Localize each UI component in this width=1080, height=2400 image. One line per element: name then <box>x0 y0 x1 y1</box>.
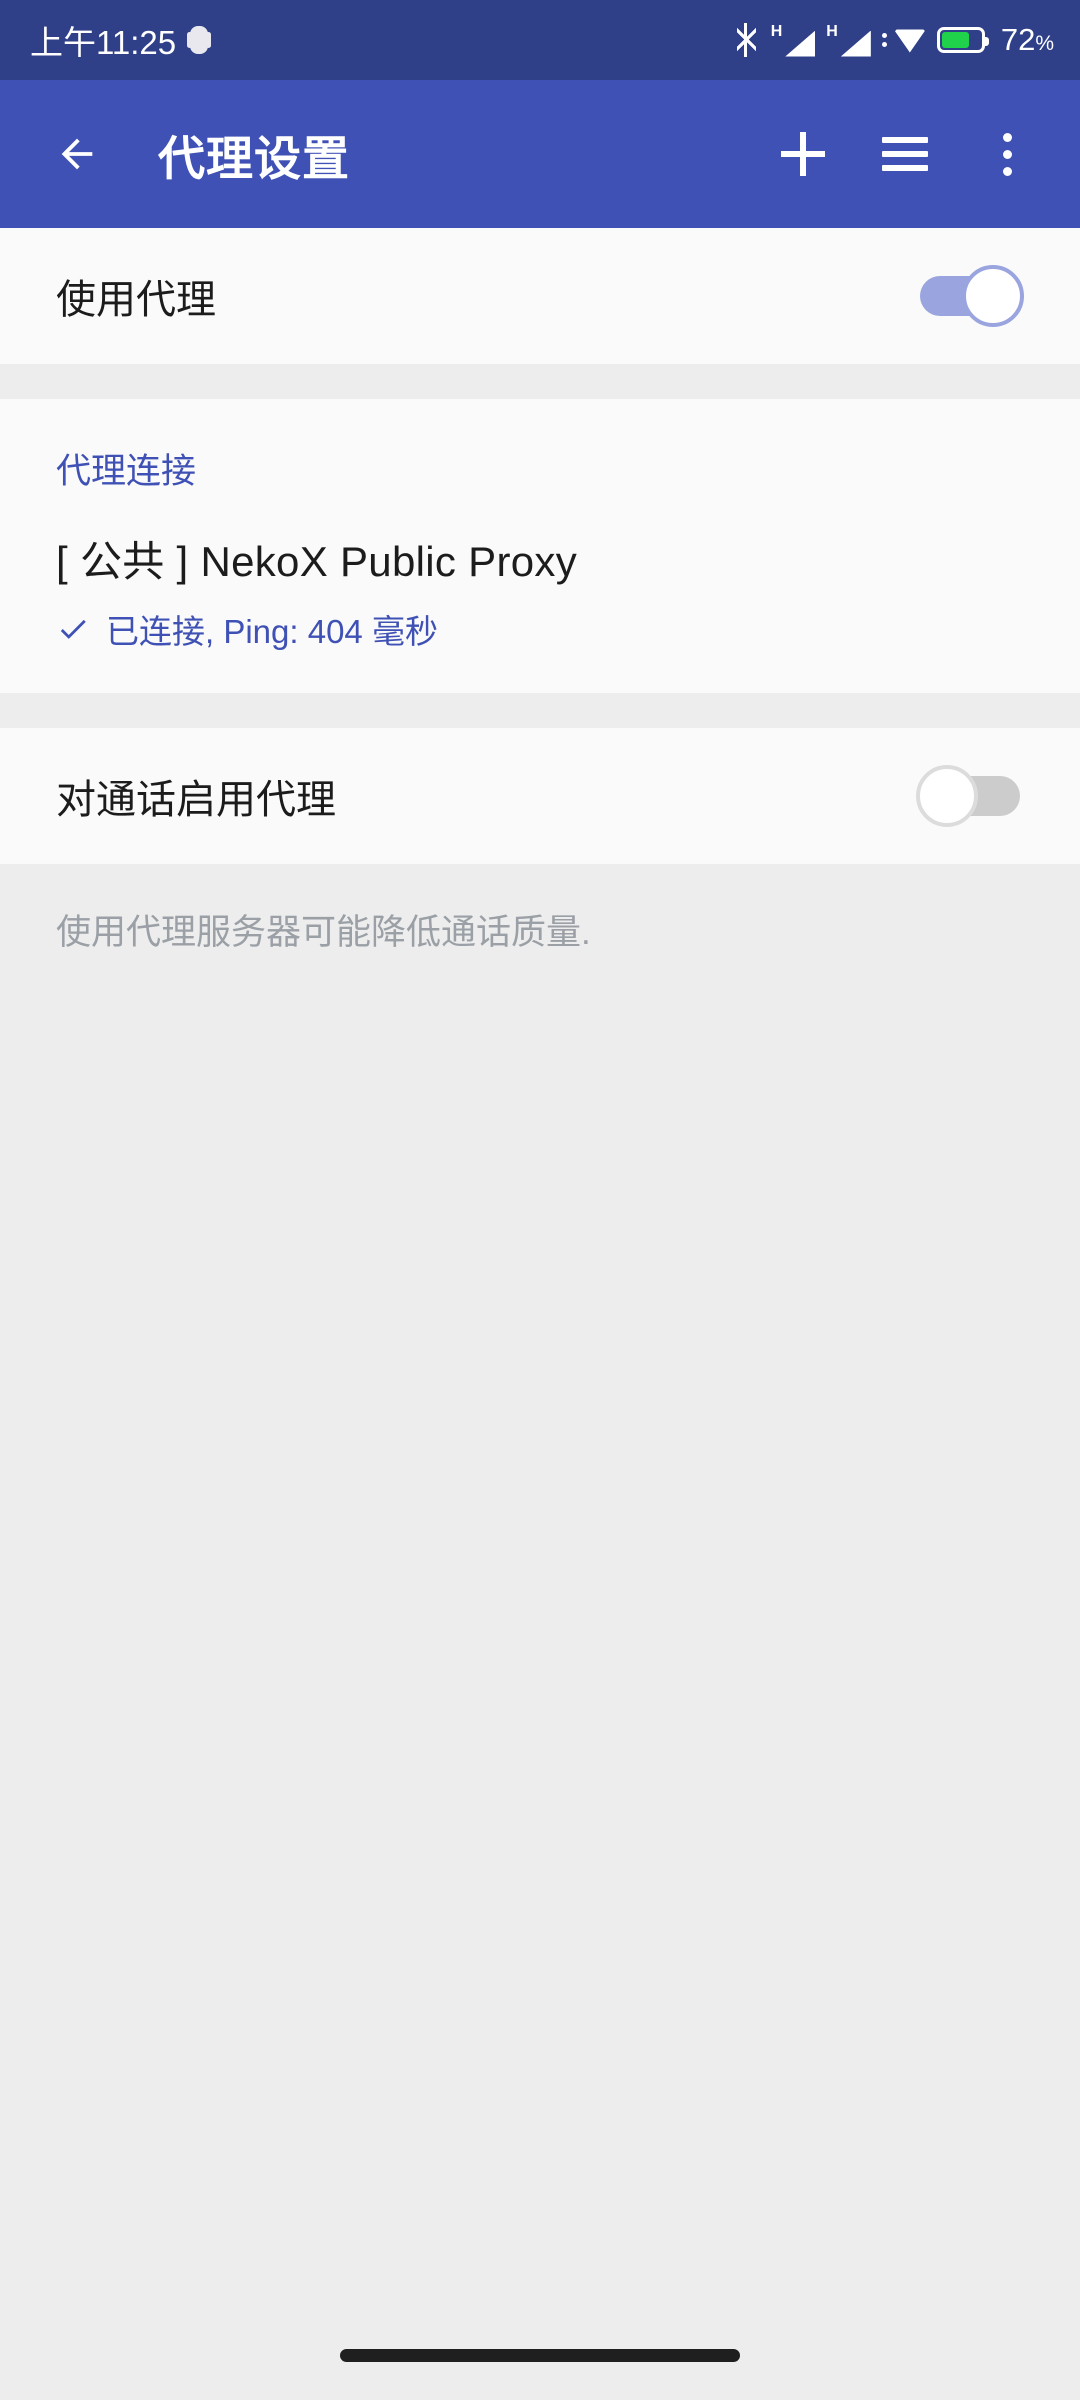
section-divider-1 <box>0 364 1080 399</box>
proxy-connection-item[interactable]: 代理连接 [ 公共 ] NekoX Public Proxy 已连接, Ping… <box>0 399 1080 693</box>
calls-proxy-card: 对通话启用代理 <box>0 728 1080 864</box>
arrow-back-icon <box>61 138 93 170</box>
hamburger-menu-icon <box>882 137 928 171</box>
signal-dots-icon <box>881 33 887 47</box>
toggle-knob <box>916 765 978 827</box>
calls-proxy-toggle[interactable] <box>916 765 1024 827</box>
status-bar-right: H H 72% <box>734 22 1054 58</box>
status-bar: 上午11:25 H H 72% <box>0 0 1080 80</box>
network-type-label-2: H <box>826 22 838 40</box>
plus-icon <box>781 132 825 176</box>
menu-button[interactable] <box>874 123 936 185</box>
use-proxy-label: 使用代理 <box>56 278 216 322</box>
status-bar-left: 上午11:25 <box>30 16 212 64</box>
signal-bars-1-icon: H <box>770 22 816 57</box>
kebab-menu-icon <box>1002 132 1012 176</box>
toggle-knob <box>962 265 1024 327</box>
proxy-connection-card: 代理连接 [ 公共 ] NekoX Public Proxy 已连接, Ping… <box>0 399 1080 693</box>
back-button[interactable] <box>42 119 112 189</box>
overflow-menu-button[interactable] <box>976 123 1038 185</box>
calls-proxy-description: 使用代理服务器可能降低通话质量. <box>0 864 1080 955</box>
proxy-name: [ 公共 ] NekoX Public Proxy <box>56 538 577 585</box>
row-calls-proxy[interactable]: 对通话启用代理 <box>0 728 1080 864</box>
bluetooth-icon <box>734 23 760 57</box>
status-bar-clock: 上午11:25 <box>30 24 177 61</box>
battery-percent: 72% <box>1001 22 1054 58</box>
wifi-icon <box>893 29 926 53</box>
navigation-bar <box>0 2310 1080 2400</box>
app-bar-actions <box>772 123 1052 185</box>
home-gesture-pill[interactable] <box>340 2348 740 2362</box>
check-icon <box>60 619 86 639</box>
signal-bars-2-icon: H <box>826 22 871 57</box>
page-title: 代理设置 <box>158 131 350 185</box>
app-bar: 代理设置 <box>0 80 1080 228</box>
calls-proxy-label: 对通话启用代理 <box>56 778 336 822</box>
notification-icon <box>187 26 212 54</box>
network-type-label-1: H <box>770 22 783 40</box>
section-divider-2 <box>0 693 1080 728</box>
phone-screen: 上午11:25 H H 72% 代理设置 使用代理 代理连接 [公共] Ne… <box>0 0 1080 2400</box>
proxy-status: 已连接, Ping: 404 毫秒 <box>56 605 1024 653</box>
proxy-status-text: 已连接, Ping: 404 毫秒 <box>106 613 438 650</box>
use-proxy-toggle[interactable] <box>916 265 1024 327</box>
battery-percent-value: 72 <box>1000 22 1036 57</box>
row-use-proxy[interactable]: 使用代理 <box>0 228 1080 364</box>
battery-charging-icon <box>936 27 989 53</box>
add-proxy-button[interactable] <box>772 123 834 185</box>
signal-triangle-2 <box>840 30 871 57</box>
battery-percent-symbol: % <box>1035 32 1054 55</box>
use-proxy-card: 使用代理 <box>0 228 1080 364</box>
proxy-connection-header: 代理连接 <box>56 452 197 491</box>
signal-triangle-1 <box>785 30 816 57</box>
